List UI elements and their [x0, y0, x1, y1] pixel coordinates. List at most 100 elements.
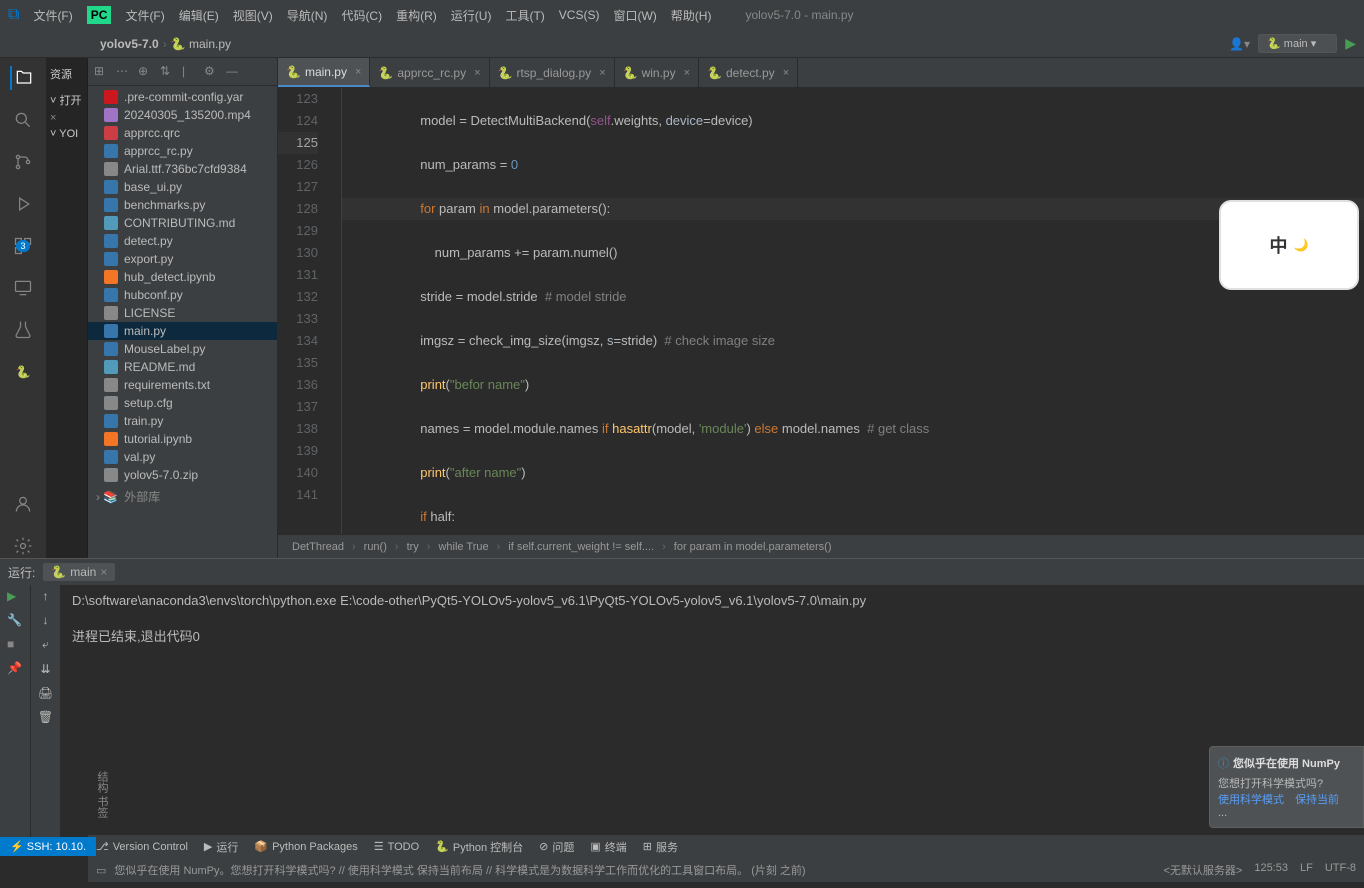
- notif-more[interactable]: ...: [1218, 807, 1355, 819]
- stop-icon[interactable]: ■: [7, 637, 23, 653]
- tree-file-yolov5-7-0-zip[interactable]: yolov5-7.0.zip: [88, 466, 277, 484]
- status-position[interactable]: 125:53: [1254, 862, 1288, 878]
- code-content[interactable]: model = DetectMultiBackend(self.weights,…: [342, 88, 1364, 534]
- extensions-icon[interactable]: 3: [11, 234, 35, 258]
- tree-file-train-py[interactable]: train.py: [88, 412, 277, 430]
- tree-file-base_ui-py[interactable]: base_ui.py: [88, 178, 277, 196]
- line-number[interactable]: 141: [278, 484, 318, 506]
- line-number[interactable]: 134: [278, 330, 318, 352]
- line-number[interactable]: 136: [278, 374, 318, 396]
- explorer-icon[interactable]: [10, 66, 34, 90]
- tree-file-setup-cfg[interactable]: setup.cfg: [88, 394, 277, 412]
- tree-file-LICENSE[interactable]: LICENSE: [88, 304, 277, 322]
- tree-file--pre-commit-config-yar[interactable]: .pre-commit-config.yar: [88, 88, 277, 106]
- run-tab-main[interactable]: 🐍 main ×: [43, 563, 115, 581]
- vs-project-root[interactable]: ˅ YOI: [46, 126, 87, 142]
- line-number[interactable]: 128: [278, 198, 318, 220]
- tree-file-export-py[interactable]: export.py: [88, 250, 277, 268]
- editor-tab-main-py[interactable]: 🐍main.py×: [278, 58, 370, 87]
- tree-file-benchmarks-py[interactable]: benchmarks.py: [88, 196, 277, 214]
- rerun-icon[interactable]: ▶: [7, 589, 23, 605]
- up-icon[interactable]: ↑: [43, 589, 49, 603]
- editor-tab-detect-py[interactable]: 🐍detect.py×: [699, 58, 798, 87]
- tree-file-requirements-txt[interactable]: requirements.txt: [88, 376, 277, 394]
- menu-help[interactable]: 帮助(H): [671, 7, 712, 24]
- tree-file-hubconf-py[interactable]: hubconf.py: [88, 286, 277, 304]
- ime-floating-widget[interactable]: 中 🌙: [1219, 200, 1359, 290]
- status-encoding[interactable]: UTF-8: [1325, 862, 1356, 878]
- menu-view[interactable]: 视图(V): [233, 7, 273, 24]
- run-tab[interactable]: ▶ 运行: [204, 839, 238, 855]
- line-number[interactable]: 132: [278, 286, 318, 308]
- tree-target-icon[interactable]: ⊕: [138, 64, 154, 80]
- breadcrumb-project[interactable]: yolov5-7.0: [96, 37, 163, 51]
- line-number[interactable]: 135: [278, 352, 318, 374]
- close-icon[interactable]: ×: [599, 67, 605, 79]
- python-env-icon[interactable]: 🐍: [11, 360, 35, 384]
- trash-icon[interactable]: 🗑: [38, 710, 53, 724]
- tree-separator-icon[interactable]: |: [182, 64, 198, 80]
- file-menu-vsc[interactable]: 文件(F): [33, 7, 72, 24]
- line-number[interactable]: 129: [278, 220, 318, 242]
- close-icon[interactable]: ×: [355, 66, 361, 78]
- tree-file-apprcc-qrc[interactable]: apprcc.qrc: [88, 124, 277, 142]
- tree-file-MouseLabel-py[interactable]: MouseLabel.py: [88, 340, 277, 358]
- run-settings-icon[interactable]: 🔧: [7, 613, 23, 629]
- structure-side-label[interactable]: 结构 书签: [94, 771, 110, 818]
- run-output[interactable]: D:\software\anaconda3\envs\torch\python.…: [60, 585, 1364, 838]
- menu-refactor[interactable]: 重构(R): [396, 7, 437, 24]
- tree-settings-icon[interactable]: ⚙: [204, 64, 220, 80]
- down-icon[interactable]: ↓: [43, 613, 49, 627]
- problems-tab[interactable]: ⊘ 问题: [539, 839, 574, 855]
- line-number[interactable]: 124: [278, 110, 318, 132]
- tree-collapse-icon[interactable]: ⊞: [94, 64, 110, 80]
- line-number[interactable]: 138: [278, 418, 318, 440]
- close-icon[interactable]: ×: [684, 67, 690, 79]
- version-control-tab[interactable]: ⎇ Version Control: [96, 840, 188, 853]
- line-number[interactable]: 123: [278, 88, 318, 110]
- menu-edit[interactable]: 编辑(E): [179, 7, 219, 24]
- vs-open-editors[interactable]: ˅ 打开: [46, 90, 87, 110]
- editor-tab-win-py[interactable]: 🐍win.py×: [615, 58, 699, 87]
- run-config-selector[interactable]: 🐍 main ▾: [1258, 34, 1337, 53]
- tree-hide-icon[interactable]: —: [226, 64, 242, 80]
- line-number[interactable]: 139: [278, 440, 318, 462]
- wrap-icon[interactable]: ⤶: [42, 637, 49, 652]
- search-icon[interactable]: [11, 108, 35, 132]
- breadcrumb-file[interactable]: 🐍 main.py: [167, 37, 235, 51]
- tree-file-hub_detect-ipynb[interactable]: hub_detect.ipynb: [88, 268, 277, 286]
- tree-expand-icon[interactable]: ⇅: [160, 64, 176, 80]
- tree-file-detect-py[interactable]: detect.py: [88, 232, 277, 250]
- vs-close-icon[interactable]: ×: [46, 110, 87, 126]
- editor-tab-rtsp_dialog-py[interactable]: 🐍rtsp_dialog.py×: [490, 58, 615, 87]
- todo-tab[interactable]: ☰ TODO: [374, 840, 419, 853]
- line-number[interactable]: 126: [278, 154, 318, 176]
- code-breadcrumb-item[interactable]: for param in model.parameters(): [672, 541, 834, 553]
- status-line-ending[interactable]: LF: [1300, 862, 1313, 878]
- menu-file[interactable]: 文件(F): [125, 7, 164, 24]
- tree-file-README-md[interactable]: README.md: [88, 358, 277, 376]
- code-breadcrumb-item[interactable]: run(): [362, 541, 389, 553]
- scroll-icon[interactable]: ⇊: [40, 662, 50, 676]
- tree-file-CONTRIBUTING-md[interactable]: CONTRIBUTING.md: [88, 214, 277, 232]
- editor-tab-apprcc_rc-py[interactable]: 🐍apprcc_rc.py×: [370, 58, 489, 87]
- close-icon[interactable]: ×: [474, 67, 480, 79]
- line-number[interactable]: 127: [278, 176, 318, 198]
- user-icon[interactable]: 👤▾: [1229, 37, 1250, 51]
- ssh-status[interactable]: ⚡ SSH: 10.10.: [0, 837, 96, 856]
- code-editor[interactable]: 1231241251261271281291301311321331341351…: [278, 88, 1364, 534]
- tree-file-20240305_135200-mp4[interactable]: 20240305_135200.mp4: [88, 106, 277, 124]
- menu-run[interactable]: 运行(U): [451, 7, 492, 24]
- line-number[interactable]: 137: [278, 396, 318, 418]
- notif-link-sci[interactable]: 使用科学模式: [1218, 794, 1284, 806]
- menu-nav[interactable]: 导航(N): [287, 7, 328, 24]
- python-console-tab[interactable]: 🐍 Python 控制台: [435, 839, 523, 855]
- debug-icon[interactable]: [11, 192, 35, 216]
- notif-link-keep[interactable]: 保持当前: [1295, 794, 1339, 806]
- settings-icon[interactable]: [11, 534, 35, 558]
- code-breadcrumb-item[interactable]: DetThread: [290, 541, 346, 553]
- tree-file-Arial-ttf-736bc7cfd9384[interactable]: Arial.ttf.736bc7cfd9384: [88, 160, 277, 178]
- account-icon[interactable]: [11, 492, 35, 516]
- line-number[interactable]: 131: [278, 264, 318, 286]
- status-server[interactable]: <无默认服务器>: [1163, 862, 1242, 878]
